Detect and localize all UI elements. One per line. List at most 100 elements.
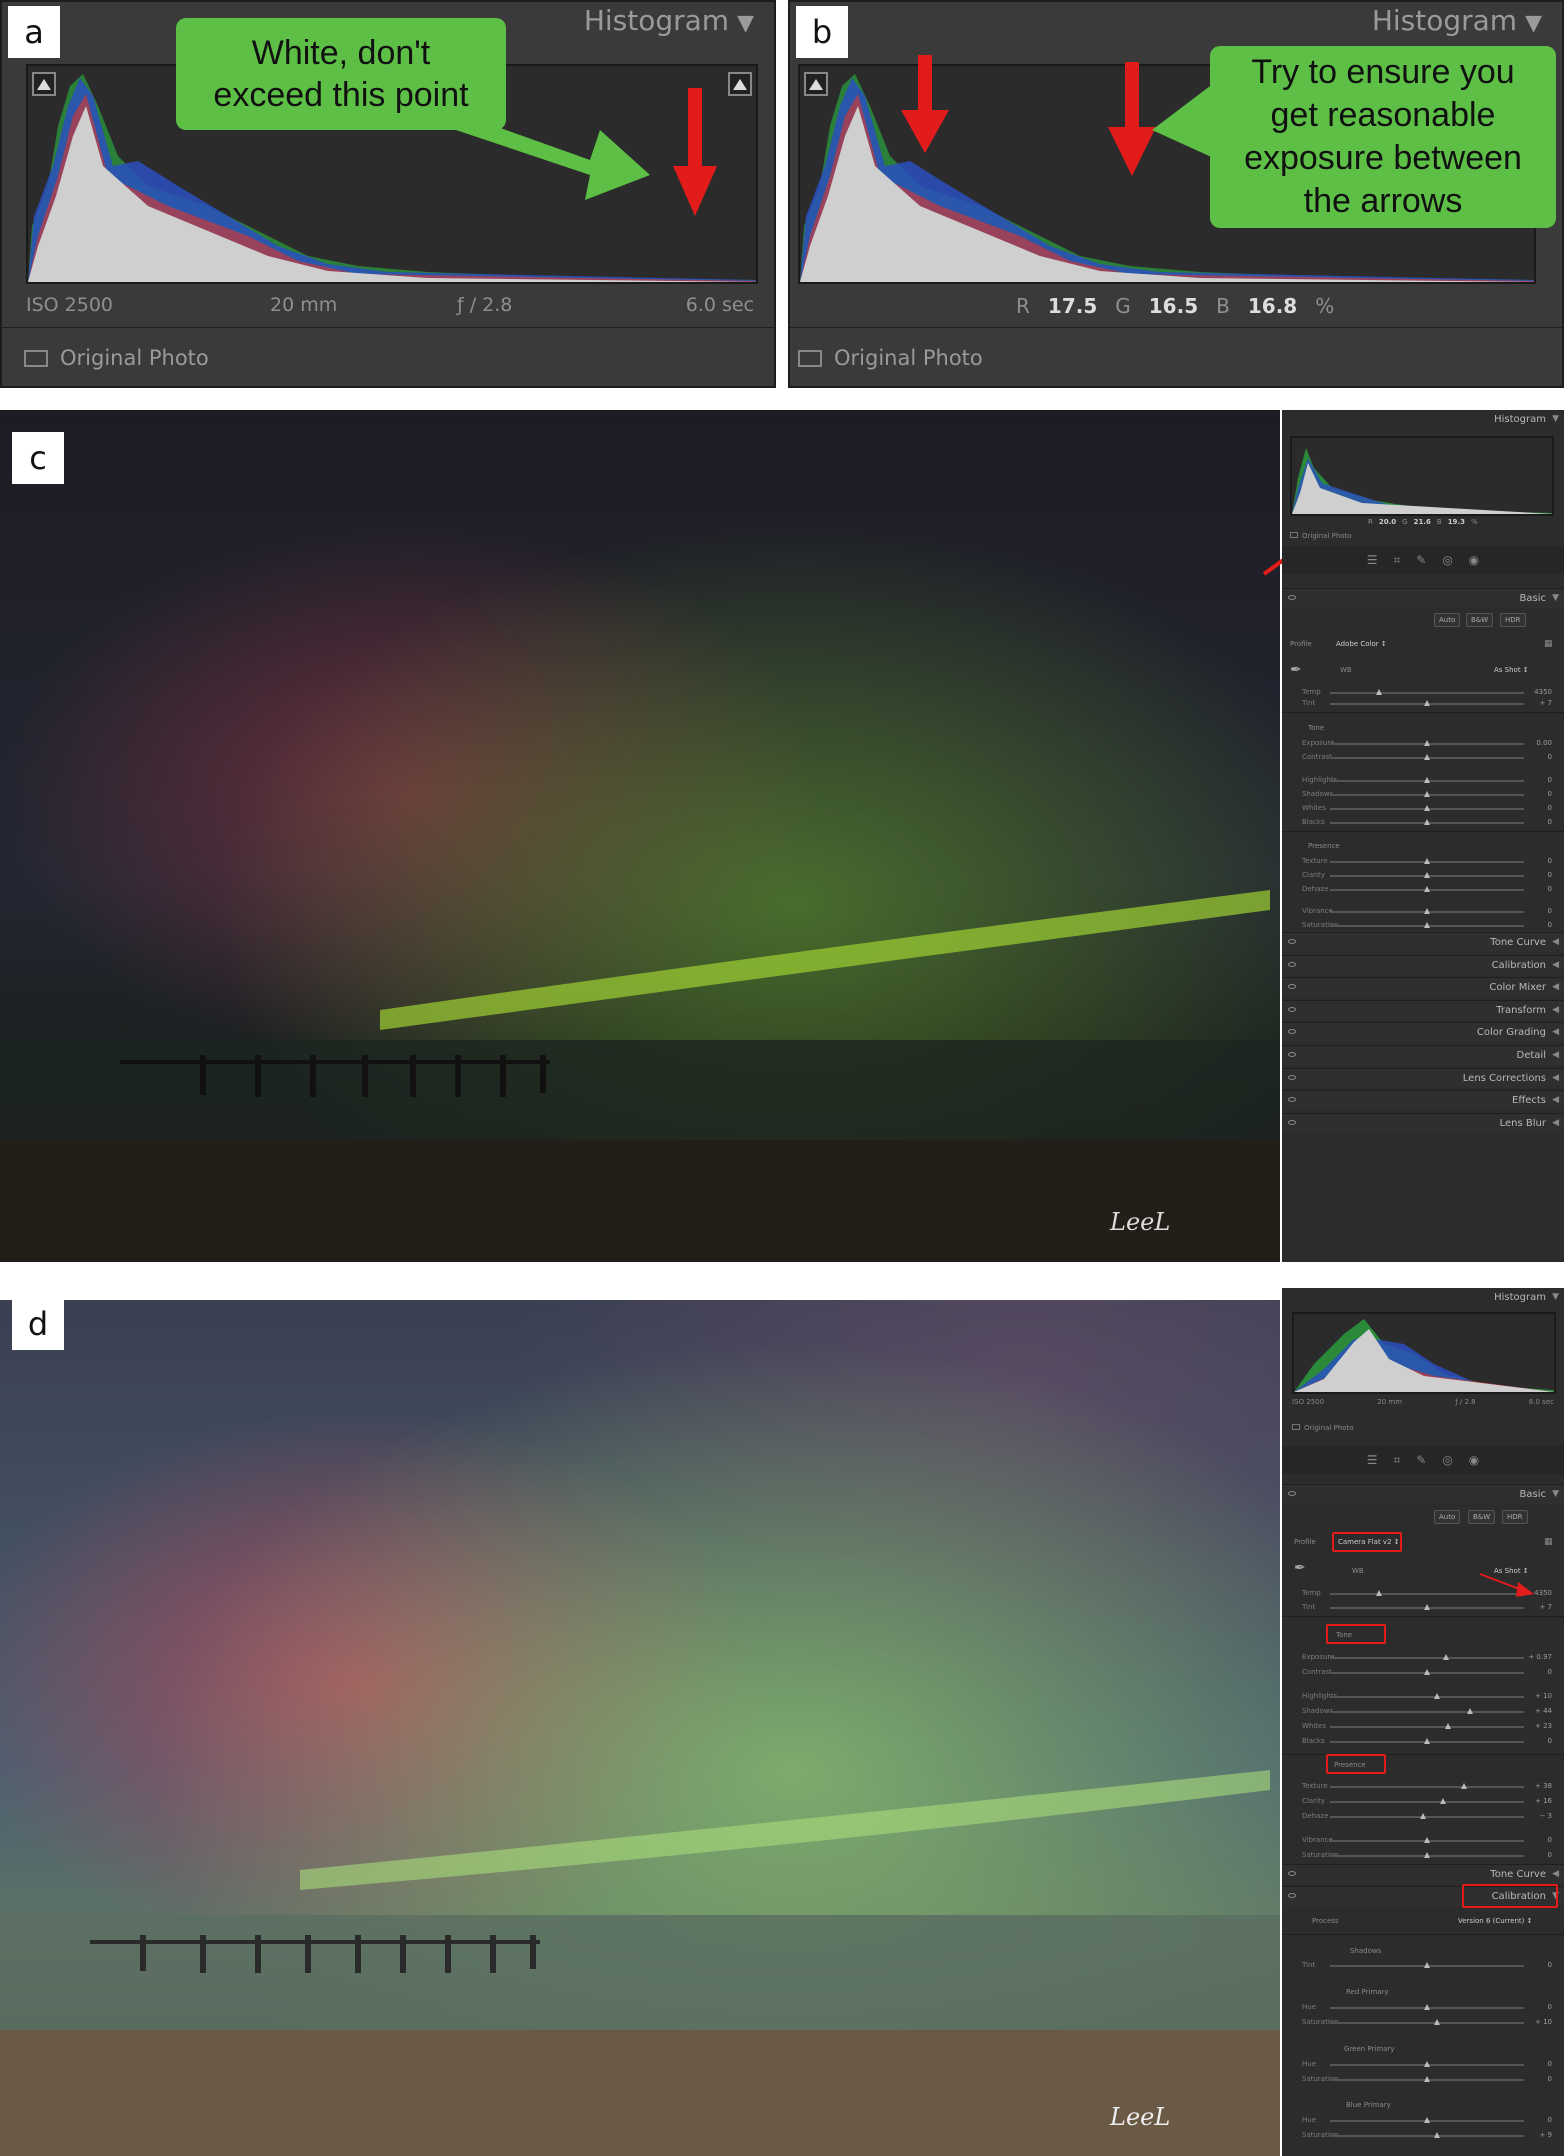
slider-value[interactable]: + 9 [1539, 2131, 1552, 2139]
expand-triangle-icon[interactable]: ◀ [1552, 1118, 1559, 1128]
slider-track[interactable] [1330, 872, 1524, 878]
slider-knob[interactable] [1433, 1693, 1440, 1699]
original-photo-toggle[interactable]: Original Photo [1292, 1424, 1354, 1432]
eye-icon[interactable] [1288, 984, 1296, 990]
slider-knob[interactable] [1375, 1590, 1382, 1596]
slider-texture[interactable]: Texture 0 [1282, 854, 1564, 868]
slider-knob[interactable] [1424, 1962, 1430, 1968]
slider-shadows[interactable]: Shadows + 44 [1282, 1704, 1564, 1718]
slider-knob[interactable] [1424, 886, 1430, 892]
slider-value[interactable]: 0 [1548, 753, 1552, 761]
section-tone-curve[interactable]: Tone Curve ◀ [1282, 1864, 1564, 1884]
slider-value[interactable]: + 7 [1539, 699, 1552, 707]
eyedropper-icon[interactable]: ✒ [1290, 662, 1308, 680]
wb-select[interactable]: As Shot ↕ [1494, 666, 1529, 674]
eye-icon[interactable] [1288, 1052, 1296, 1057]
eye-icon[interactable] [1288, 595, 1296, 600]
slider-knob[interactable] [1466, 1708, 1473, 1714]
section-effects[interactable]: Effects ◀ [1282, 1090, 1564, 1111]
slider-track[interactable] [1330, 1813, 1524, 1819]
slider-knob[interactable] [1424, 922, 1430, 928]
slider-track[interactable] [1330, 2117, 1524, 2123]
slider-knob[interactable] [1375, 689, 1382, 695]
original-photo-toggle[interactable]: Original Photo [1290, 532, 1352, 540]
slider-value[interactable]: 4350 [1534, 688, 1552, 696]
slider-knob[interactable] [1424, 754, 1430, 760]
slider-value[interactable]: + 10 [1535, 2018, 1552, 2026]
basic-header[interactable]: Basic ▼ [1282, 1484, 1564, 1504]
slider-track[interactable] [1330, 805, 1524, 811]
masking-icon[interactable]: ◎ [1442, 1453, 1452, 1467]
slider-knob[interactable] [1433, 2019, 1440, 2025]
slider-knob[interactable] [1433, 2132, 1440, 2138]
bw-button[interactable]: B&W [1468, 1510, 1496, 1524]
slider-knob[interactable] [1424, 819, 1430, 825]
slider-knob[interactable] [1439, 1798, 1446, 1804]
slider-track[interactable] [1330, 740, 1524, 746]
slider-exposure[interactable]: Exposure 0.00 [1282, 736, 1564, 750]
checkbox[interactable] [24, 349, 48, 367]
eye-icon[interactable] [1288, 1871, 1296, 1876]
histogram-title[interactable]: Histogram ▼ [1372, 4, 1542, 37]
slider-knob[interactable] [1424, 1837, 1430, 1843]
slider-clarity[interactable]: Clarity 0 [1282, 868, 1564, 882]
eye-icon[interactable] [1288, 1491, 1296, 1496]
slider-knob[interactable] [1445, 1723, 1452, 1729]
slider-saturation[interactable]: Saturation 0 [1282, 918, 1564, 932]
slider-track[interactable] [1330, 1837, 1524, 1843]
slider-track[interactable] [1330, 1654, 1524, 1660]
slider-saturation[interactable]: Saturation + 9 [1282, 2128, 1564, 2142]
histogram-title[interactable]: Histogram ▼ [584, 4, 754, 37]
eye-icon[interactable] [1288, 1119, 1296, 1125]
profile-select[interactable]: Adobe Color ↕ [1336, 640, 1387, 648]
profile-grid-icon[interactable]: ▦ [1544, 639, 1553, 649]
slider-tint[interactable]: Tint 0 [1282, 1958, 1564, 1972]
slider-vibrance[interactable]: Vibrance 0 [1282, 904, 1564, 918]
slider-knob[interactable] [1424, 1669, 1430, 1675]
slider-hue[interactable]: Hue 0 [1282, 2000, 1564, 2014]
redeye-icon[interactable]: ◉ [1469, 553, 1479, 567]
slider-knob[interactable] [1424, 2004, 1430, 2010]
hdr-button[interactable]: HDR [1500, 613, 1526, 627]
slider-track[interactable] [1330, 689, 1524, 695]
slider-track[interactable] [1330, 2132, 1524, 2138]
eye-icon[interactable] [1288, 1006, 1296, 1012]
slider-track[interactable] [1330, 1738, 1524, 1744]
slider-value[interactable]: + 7 [1539, 1603, 1552, 1611]
collapse-triangle-icon[interactable]: ▼ [1552, 414, 1559, 424]
slider-value[interactable]: + 16 [1535, 1797, 1552, 1805]
eye-icon[interactable] [1288, 961, 1296, 967]
histogram-header[interactable]: Histogram ▼ [1282, 410, 1564, 430]
basic-header[interactable]: Basic ▼ [1282, 588, 1564, 608]
slider-clarity[interactable]: Clarity + 16 [1282, 1794, 1564, 1808]
expand-triangle-icon[interactable]: ◀ [1552, 1869, 1559, 1879]
section-detail[interactable]: Detail ◀ [1282, 1045, 1564, 1065]
slider-value[interactable]: 0 [1548, 776, 1552, 784]
slider-knob[interactable] [1424, 2117, 1430, 2123]
slider-knob[interactable] [1460, 1783, 1467, 1789]
slider-highlights[interactable]: Highlights + 10 [1282, 1689, 1564, 1703]
crop-icon[interactable]: ⌗ [1393, 553, 1400, 568]
slider-value[interactable]: 0 [1548, 818, 1552, 826]
slider-track[interactable] [1330, 858, 1524, 864]
slider-track[interactable] [1330, 2076, 1524, 2082]
slider-track[interactable] [1330, 777, 1524, 783]
slider-value[interactable]: 0 [1548, 804, 1552, 812]
slider-value[interactable]: + 0.97 [1528, 1653, 1552, 1661]
slider-shadows[interactable]: Shadows 0 [1282, 787, 1564, 801]
slider-track[interactable] [1330, 2061, 1524, 2067]
slider-value[interactable]: + 44 [1535, 1707, 1552, 1715]
slider-knob[interactable] [1424, 805, 1430, 811]
bw-button[interactable]: B&W [1466, 613, 1494, 627]
slider-value[interactable]: 0 [1548, 2003, 1552, 2011]
slider-value[interactable]: − 3 [1539, 1812, 1552, 1820]
slider-knob[interactable] [1424, 2076, 1430, 2082]
slider-track[interactable] [1330, 2004, 1524, 2010]
slider-track[interactable] [1330, 1783, 1524, 1789]
slider-tint[interactable]: Tint + 7 [1282, 1600, 1564, 1614]
slider-value[interactable]: 0 [1548, 2116, 1552, 2124]
expand-triangle-icon[interactable]: ◀ [1552, 1050, 1559, 1060]
slider-knob[interactable] [1443, 1654, 1450, 1660]
crop-icon[interactable]: ⌗ [1393, 1453, 1400, 1468]
slider-knob[interactable] [1424, 858, 1430, 864]
